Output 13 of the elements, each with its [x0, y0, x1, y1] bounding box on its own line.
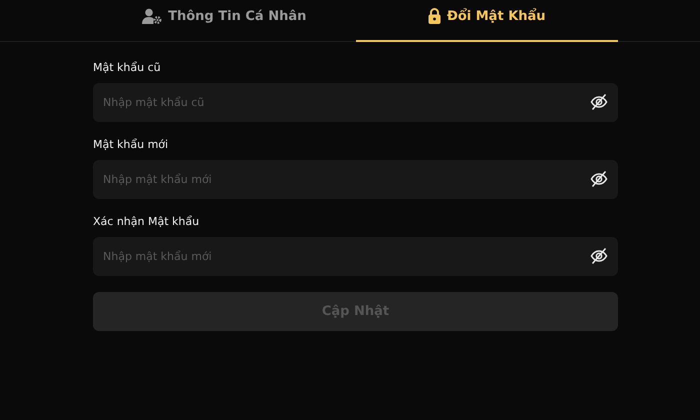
eye-slash-icon[interactable]	[590, 93, 608, 111]
password-field[interactable]: Nhập mật khẩu mới	[93, 160, 618, 199]
tab[interactable]: Thông Tin Cá Nhân	[93, 0, 356, 42]
user-gear-icon	[142, 8, 162, 24]
field-label: Xác nhận Mật khẩu	[93, 215, 200, 229]
field-label: Mật khẩu cũ	[93, 61, 162, 75]
tab[interactable]: Đổi Mật Khẩu	[356, 0, 618, 42]
password-field[interactable]: Nhập mật khẩu cũ	[93, 83, 618, 122]
lock-icon	[428, 8, 441, 24]
field-label: Mật khẩu mới	[93, 138, 170, 152]
password-field[interactable]: Nhập mật khẩu mới	[93, 237, 618, 276]
eye-slash-icon[interactable]	[590, 247, 608, 265]
eye-slash-icon[interactable]	[590, 170, 608, 188]
